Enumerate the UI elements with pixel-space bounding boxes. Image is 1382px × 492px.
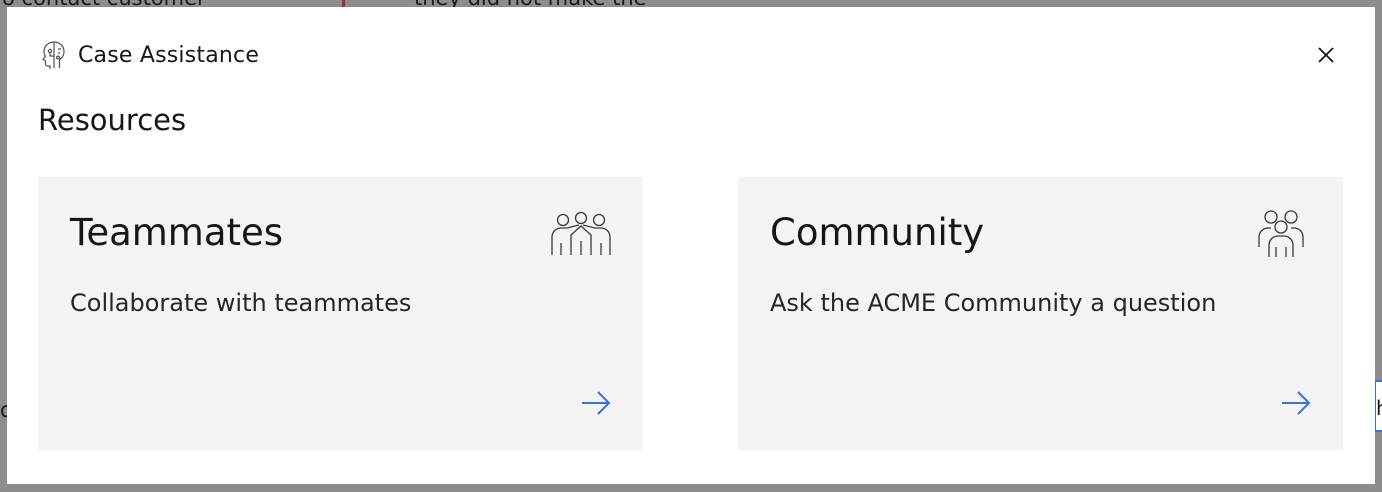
card-description: Ask the ACME Community a question [770, 289, 1217, 317]
ai-head-icon [38, 39, 70, 71]
modal-header: Case Assistance [38, 39, 259, 71]
arrow-right-icon[interactable] [1279, 386, 1313, 420]
case-assistance-modal: Case Assistance Resources Teammates Coll… [7, 7, 1375, 484]
close-button[interactable] [1312, 41, 1340, 69]
card-description: Collaborate with teammates [70, 289, 412, 317]
card-title: Community [770, 211, 985, 254]
arrow-right-icon[interactable] [579, 386, 613, 420]
teammates-icon [549, 207, 613, 263]
teammates-card[interactable]: Teammates Collaborate with teammates [38, 177, 643, 450]
close-icon [1318, 47, 1334, 63]
modal-title: Case Assistance [78, 42, 260, 68]
background-divider [342, 0, 345, 7]
background-button-edge: h [1374, 380, 1382, 432]
background-text-fragment: h [1376, 396, 1382, 420]
card-title: Teammates [70, 211, 284, 254]
community-card[interactable]: Community Ask the ACME Community a quest… [738, 177, 1343, 450]
section-title: Resources [38, 103, 187, 137]
community-icon [1249, 207, 1313, 263]
